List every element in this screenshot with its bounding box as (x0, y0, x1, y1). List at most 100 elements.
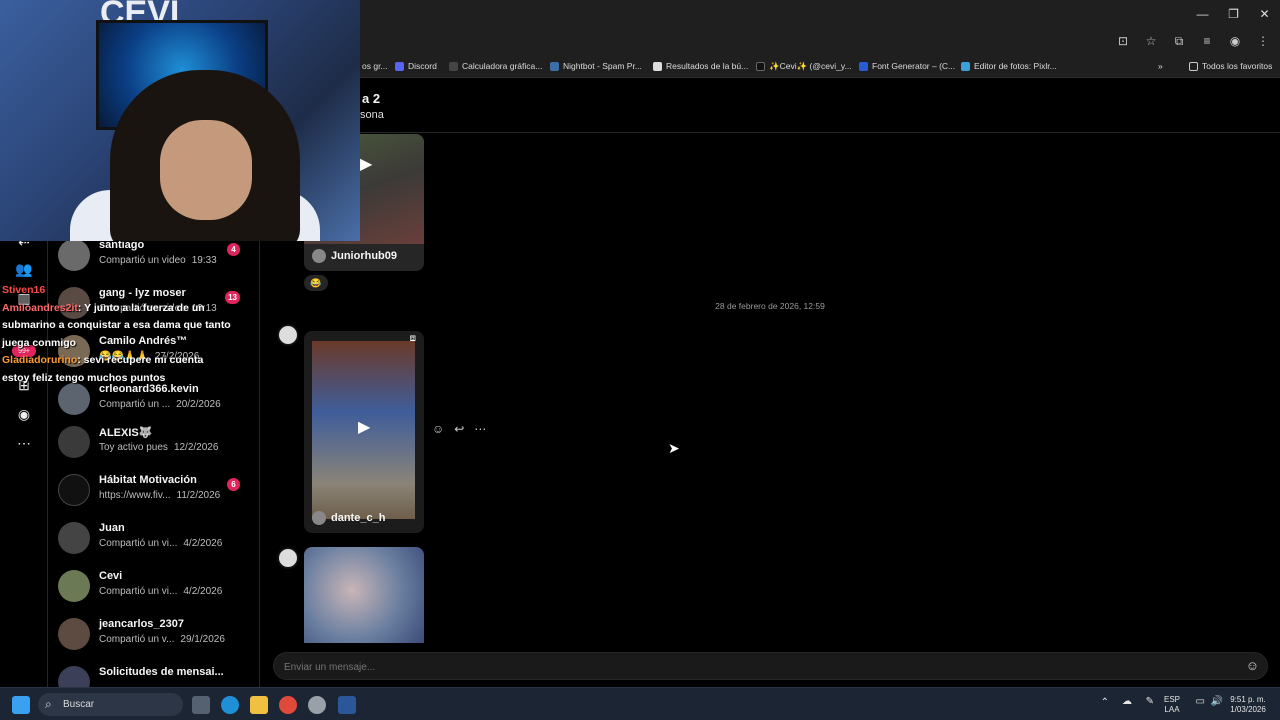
task-view-icon[interactable] (192, 696, 210, 714)
discord-icon (395, 61, 404, 71)
media-icon[interactable]: ≡ (1198, 32, 1216, 50)
shared-image-card[interactable] (304, 547, 424, 643)
conversation-item[interactable]: Cevi Compartió un vi... 4/2/2026 (58, 568, 258, 612)
webcam-overlay: CEVI (0, 0, 360, 241)
preview-time: 19:33 (191, 255, 217, 266)
extensions-icon[interactable]: ⧉ (1170, 32, 1188, 50)
bookmark-results[interactable]: Resultados de la bú... (653, 61, 748, 71)
edge-icon[interactable] (221, 696, 239, 714)
conversation-preview: Compartió un vi... 4/2/2026 (99, 538, 222, 549)
avatar (312, 249, 326, 263)
preview-text: https://www.fiv... (99, 490, 171, 501)
obs-icon[interactable] (308, 696, 326, 714)
restore-icon[interactable]: ❐ (1218, 0, 1249, 28)
avatar (58, 618, 90, 650)
reel-icon: ⧈ (409, 333, 416, 344)
bookmark-tiktok[interactable]: ✨Cevi✨ (@cevi_y... (756, 61, 852, 72)
chat-subtitle: sona (360, 109, 384, 121)
bookmark-nightbot[interactable]: Nightbot - Spam Pr... (550, 61, 642, 71)
reply-icon[interactable]: ↩ (454, 422, 464, 436)
bookmark-pixlr[interactable]: Editor de fotos: Pixlr... (961, 61, 1057, 71)
tray-overflow-icon[interactable]: ⌃ (1101, 698, 1109, 708)
conversation-preview: Compartió un v... 29/1/2026 (99, 634, 225, 645)
conversation-item[interactable]: Hábitat Motivación https://www.fiv... 11/2… (58, 472, 258, 516)
bookmark-calculator[interactable]: Calculadora gráfica... (449, 61, 542, 71)
chat-line: Amiloandres2it: Y junto a la fuerza de u… (2, 300, 232, 353)
people-icon[interactable]: 👥 (14, 259, 34, 279)
message-actions: ☺ ↩ ⋯ (432, 422, 486, 436)
bookmark-label: Calculadora gráfica... (462, 61, 543, 71)
avatar (58, 474, 90, 506)
chat-username: Stiven16 (2, 284, 46, 296)
bookmark-item[interactable]: os gr... (362, 61, 388, 71)
menu-kebab-icon[interactable]: ⋮ (1254, 32, 1272, 50)
search-icon: ⌕ (45, 697, 52, 711)
clock[interactable]: 9:51 p. m. 1/03/2026 (1224, 695, 1272, 715)
lang-top: ESP (1163, 695, 1180, 704)
display-icon[interactable]: ▭ (1196, 697, 1205, 707)
conversation-item[interactable]: jeancarlos_2307 Compartió un v... 29/1/202… (58, 616, 258, 660)
chat-title[interactable]: a 2 (362, 91, 380, 106)
message-composer[interactable]: ☺ (273, 652, 1268, 680)
minimize-icon[interactable]: — (1187, 0, 1218, 28)
preview-text: Compartió un ... (99, 399, 171, 410)
bookmark-discord[interactable]: Discord (395, 61, 437, 71)
preview-text: Compartió un video (99, 255, 186, 266)
preview-time: 4/2/2026 (183, 538, 223, 549)
date-separator: 28 de febrero de 2026, 12:59 (715, 301, 825, 311)
preview-time: 11/2/2026 (176, 490, 221, 501)
message-input[interactable] (284, 659, 1184, 675)
unread-badge: 4 (227, 243, 240, 256)
bookmarks-overflow-icon[interactable]: » (1158, 61, 1163, 71)
profile-avatar-icon[interactable]: ◉ (1226, 32, 1244, 50)
bookmark-label: Discord (408, 61, 437, 71)
reaction-emoji[interactable]: 😂 (304, 275, 328, 291)
windows-start-icon[interactable] (12, 696, 30, 714)
facebook-icon (859, 61, 868, 71)
conversation-preview: Toy activo pues 12/2/2026 (99, 442, 218, 453)
play-icon[interactable]: ▶ (358, 417, 370, 437)
conversation-name: ALEXIS🐺 (99, 427, 153, 439)
sender-avatar[interactable] (277, 324, 299, 346)
conversation-item[interactable]: santiago Compartió un video 19:33 4 (58, 237, 258, 281)
more-icon[interactable]: ⋯ (14, 433, 34, 453)
bookmark-all-favorites[interactable]: Todos los favoritos (1189, 61, 1272, 71)
bookmark-label: Todos los favoritos (1202, 61, 1273, 71)
sender-avatar[interactable] (277, 547, 299, 569)
chrome-icon[interactable] (279, 696, 297, 714)
chat-username: Gladiadorurino (2, 354, 78, 366)
conversation-item[interactable]: crleonard366.kevin Compartió un ... 20/2/2… (58, 381, 258, 425)
nightbot-icon (550, 61, 559, 71)
cast-icon[interactable]: ⊡ (1114, 32, 1132, 50)
clock-date: 1/03/2026 (1230, 705, 1266, 714)
conversation-preview: Compartió un ... 20/2/2026 (99, 399, 221, 410)
conversation-preview: https://www.fiv... 11/2/2026 (99, 490, 220, 501)
conversation-item[interactable]: Juan Compartió un vi... 4/2/2026 (58, 520, 258, 564)
play-icon[interactable]: ▶ (360, 154, 372, 174)
shared-reel-card[interactable]: ▶ ⧈ dante_c_h (304, 331, 424, 533)
avatar (58, 570, 90, 602)
chat-line: Gladiadorurino: sevi recupere mi cuenta … (2, 352, 232, 387)
star-icon[interactable]: ☆ (1142, 32, 1160, 50)
tiktok-icon (756, 62, 765, 71)
close-icon[interactable]: ✕ (1249, 0, 1280, 28)
profile-icon[interactable]: ◉ (14, 404, 34, 424)
word-icon[interactable] (338, 696, 356, 714)
conversation-name: jeancarlos_2307 (99, 618, 185, 630)
mouse-cursor-icon: ➤ (668, 440, 680, 456)
more-options-icon[interactable]: ⋯ (474, 422, 486, 436)
taskbar-search[interactable]: ⌕ Buscar (38, 693, 183, 716)
conversation-item[interactable]: ALEXIS🐺 Toy activo pues 12/2/2026 (58, 424, 258, 468)
language-indicator[interactable]: ESP LAA (1164, 695, 1180, 715)
network-icon[interactable]: ☁ (1122, 697, 1132, 707)
file-explorer-icon[interactable] (250, 696, 268, 714)
pen-icon[interactable]: ✎ (1146, 697, 1154, 707)
avatar (58, 383, 90, 415)
bookmark-font-generator[interactable]: Font Generator – (C... (859, 61, 955, 71)
volume-icon[interactable]: 🔊 (1211, 697, 1223, 707)
conversation-preview: Compartió un video 19:33 (99, 255, 217, 266)
emoji-icon[interactable]: ☺ (1246, 658, 1259, 673)
react-icon[interactable]: ☺ (432, 422, 444, 436)
card-author: Juniorhub09 (312, 249, 397, 263)
conversation-name: Cevi (99, 570, 123, 582)
